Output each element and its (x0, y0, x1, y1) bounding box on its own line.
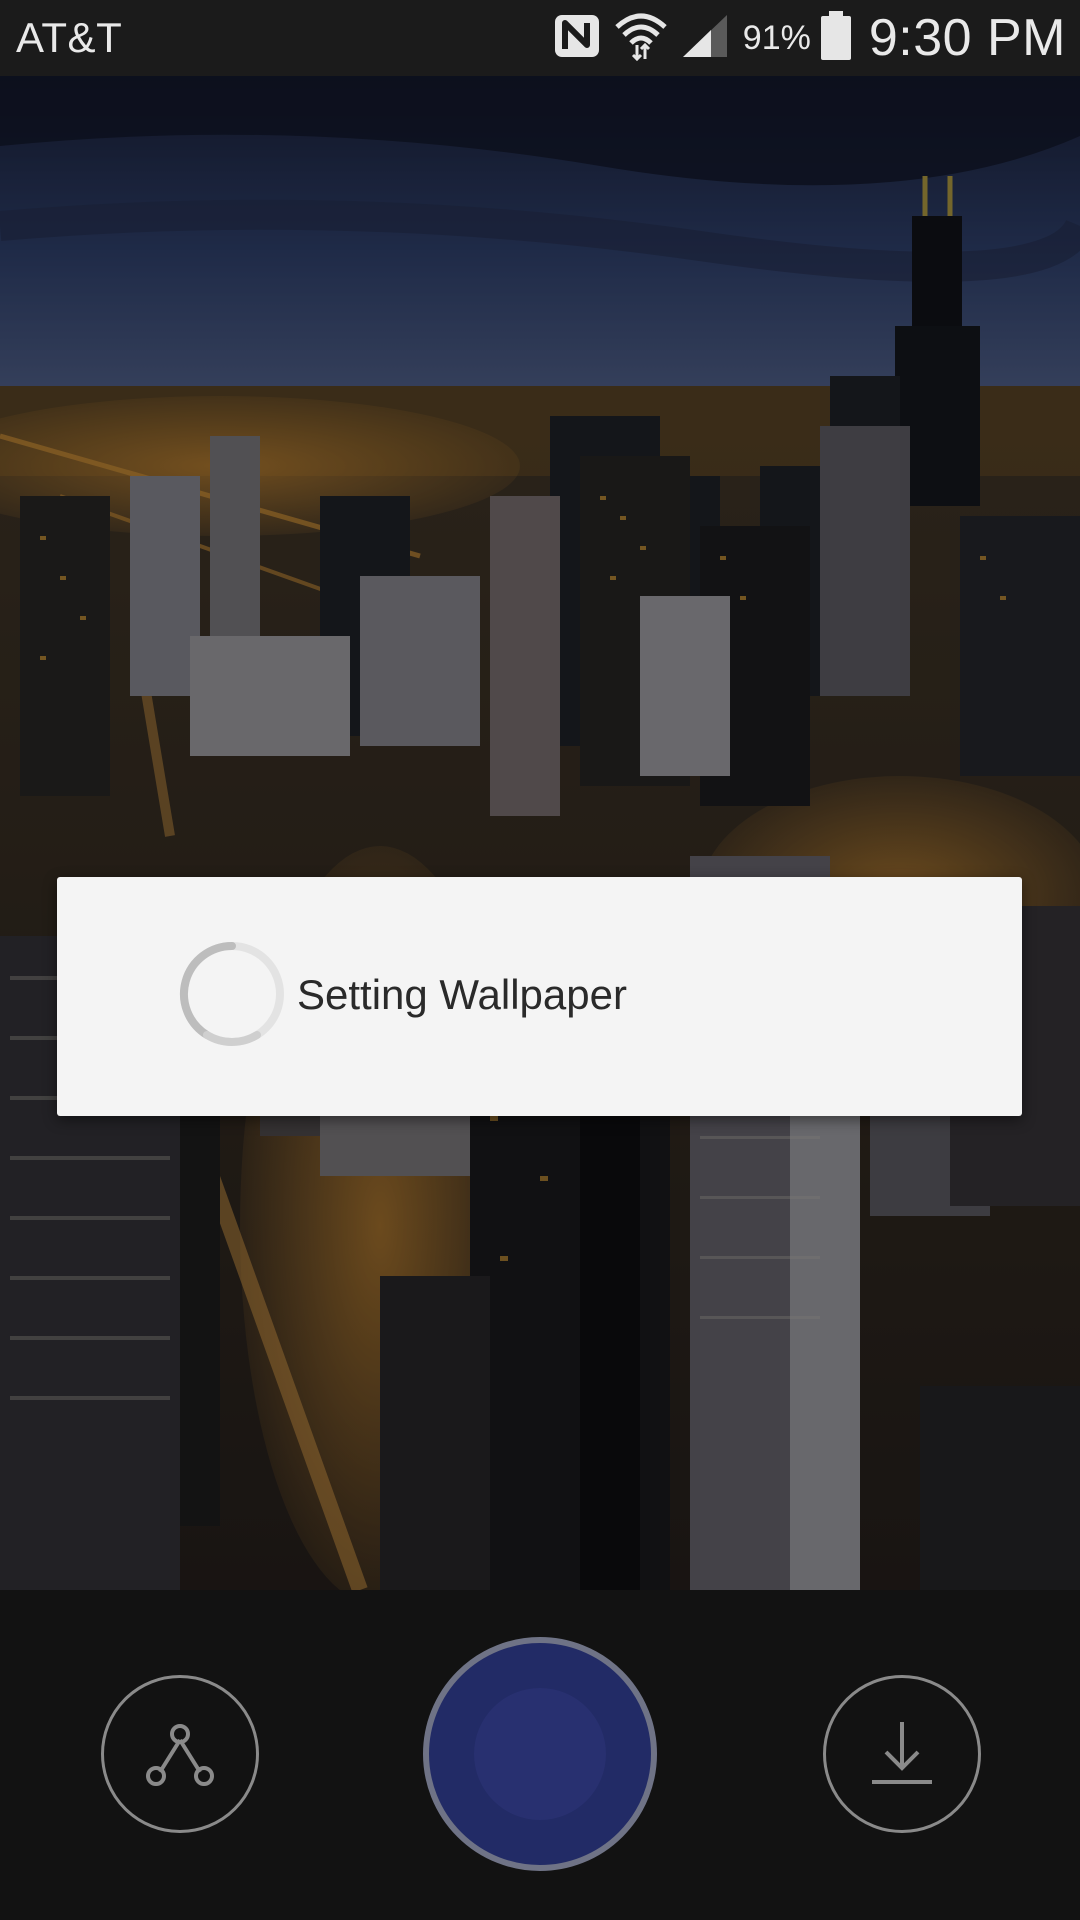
signal-icon (681, 13, 729, 64)
dim-overlay (0, 76, 1080, 1590)
battery-percentage: 91% (742, 18, 811, 57)
loading-spinner-icon (177, 939, 287, 1049)
wifi-icon (615, 11, 667, 66)
carrier-label: AT&T (16, 14, 123, 61)
apply-wallpaper-button[interactable] (423, 1637, 657, 1871)
progress-dialog: Setting Wallpaper (57, 877, 1022, 1116)
wallpaper-preview (0, 76, 1080, 1590)
clock: 9:30 PM (868, 9, 1066, 67)
share-button[interactable] (101, 1675, 259, 1833)
dialog-message: Setting Wallpaper (297, 971, 627, 1018)
battery-icon (819, 10, 853, 66)
status-icons: 91% 9:30 PM (553, 8, 1066, 68)
status-bar: AT&T 91% 9:30 PM (0, 0, 1080, 76)
nfc-icon (553, 13, 601, 64)
screen: AT&T 91% 9:30 PM Setting Wallpaper (0, 0, 1080, 1920)
download-button[interactable] (823, 1675, 981, 1833)
bottom-action-bar (0, 1590, 1080, 1920)
apply-button-inner (474, 1688, 606, 1820)
download-icon (872, 1722, 932, 1784)
share-icon (146, 1724, 214, 1786)
